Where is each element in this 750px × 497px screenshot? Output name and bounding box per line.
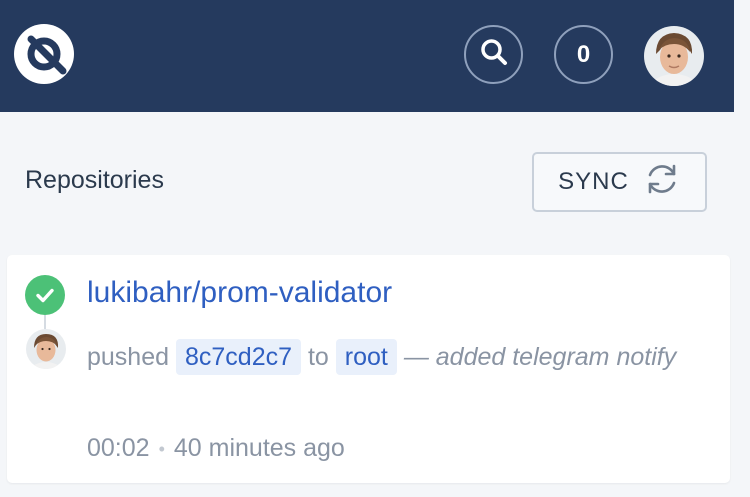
section-title: Repositories: [25, 166, 164, 194]
commit-hash-link[interactable]: 8c7cd2c7: [175, 339, 302, 375]
branch-link[interactable]: root: [335, 339, 397, 375]
search-button[interactable]: [464, 25, 523, 84]
commit-summary: pushed 8c7cd2c7 to root — added telegram…: [87, 333, 707, 382]
logo-icon[interactable]: [13, 23, 75, 85]
build-time-ago: 40 minutes ago: [173, 434, 345, 462]
success-check-icon: [25, 275, 65, 315]
committer-avatar: [26, 329, 66, 369]
build-meta: 00:02 • 40 minutes ago: [87, 434, 345, 463]
sync-button[interactable]: SYNC: [532, 152, 707, 212]
search-icon: [479, 37, 509, 72]
commit-message: — added telegram notify: [403, 343, 677, 371]
repo-name-link[interactable]: lukibahr/prom-validator: [87, 276, 392, 310]
refresh-icon: [643, 160, 681, 205]
page-edge: [734, 0, 750, 497]
top-navbar: 0: [0, 0, 734, 112]
user-avatar[interactable]: [644, 26, 704, 86]
notification-count: 0: [576, 40, 591, 68]
notification-count-button[interactable]: 0: [554, 25, 613, 84]
meta-separator: •: [158, 438, 165, 459]
timeline-connector: [44, 315, 46, 329]
repo-card[interactable]: lukibahr/prom-validator pushed 8c7cd2c7 …: [7, 255, 730, 483]
commit-to-text: to: [307, 343, 329, 371]
commit-action: pushed: [87, 343, 170, 371]
build-duration: 00:02: [87, 434, 150, 462]
sync-label: SYNC: [558, 168, 629, 195]
